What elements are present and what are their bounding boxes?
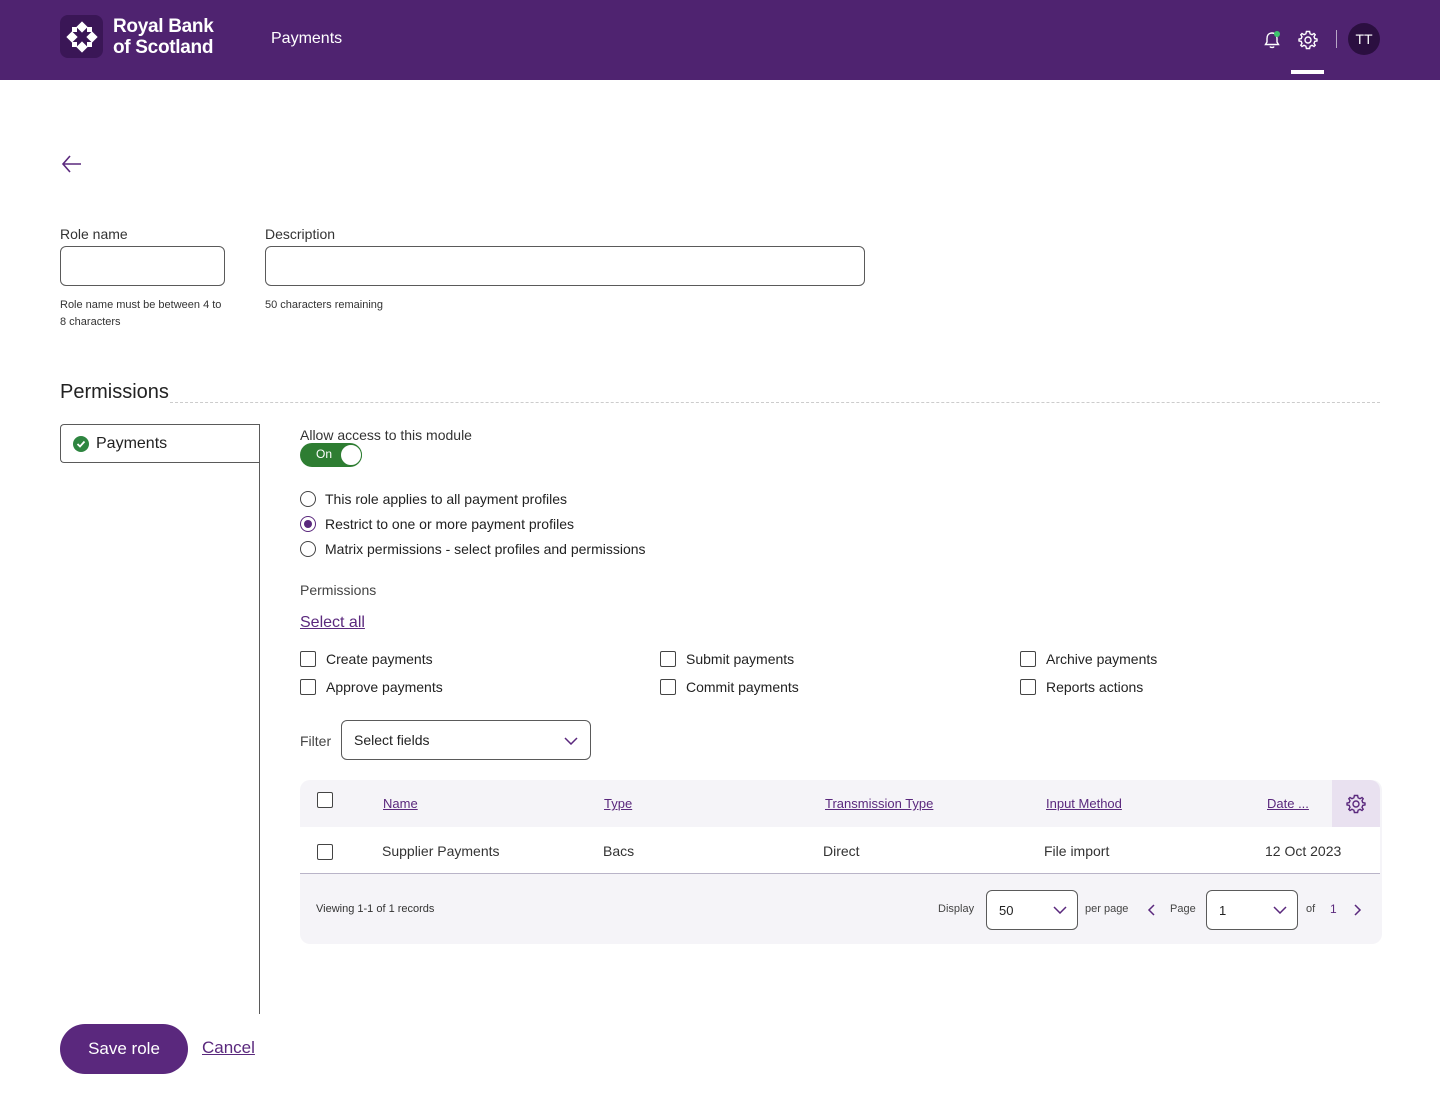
checkbox[interactable] bbox=[660, 651, 676, 667]
checkbox-label: Archive payments bbox=[1046, 651, 1158, 667]
permissions-sublabel: Permissions bbox=[300, 582, 377, 598]
description-hint: 50 characters remaining bbox=[265, 299, 384, 311]
column-settings-button[interactable] bbox=[1332, 780, 1380, 827]
module-access-toggle[interactable]: On bbox=[300, 443, 362, 467]
radio-button[interactable] bbox=[300, 491, 316, 507]
checkbox-reports-actions[interactable]: Reports actions bbox=[1020, 679, 1143, 695]
logo-mark-icon bbox=[60, 15, 103, 58]
radio-label: Restrict to one or more payment profiles bbox=[325, 516, 574, 532]
checkbox-commit-payments[interactable]: Commit payments bbox=[660, 679, 799, 695]
filter-select-value: Select fields bbox=[354, 732, 430, 748]
role-name-hint: Role name must be between 4 to 8 charact… bbox=[60, 299, 222, 328]
column-header-type[interactable]: Type bbox=[604, 796, 632, 811]
logo-line-2: of Scotland bbox=[113, 36, 214, 58]
radio-restrict-profiles[interactable]: Restrict to one or more payment profiles bbox=[300, 516, 574, 532]
checkbox-label: Approve payments bbox=[326, 679, 443, 695]
radio-label: This role applies to all payment profile… bbox=[325, 491, 568, 507]
tab-panel-divider bbox=[259, 424, 260, 1014]
page-select[interactable]: 1 bbox=[1206, 890, 1298, 930]
chevron-right-icon[interactable] bbox=[1354, 904, 1362, 916]
checkbox[interactable] bbox=[1020, 679, 1036, 695]
module-access-label: Allow access to this module bbox=[300, 427, 472, 443]
row-checkbox[interactable] bbox=[317, 844, 333, 860]
description-label: Description bbox=[265, 226, 336, 242]
radio-all-profiles[interactable]: This role applies to all payment profile… bbox=[300, 491, 567, 507]
permissions-divider bbox=[170, 402, 1380, 403]
cell-transmission-type: Direct bbox=[823, 843, 860, 859]
gear-icon bbox=[1346, 794, 1366, 813]
cell-name: Supplier Payments bbox=[382, 843, 500, 859]
profiles-table: Name Type Transmission Type Input Method… bbox=[300, 780, 1382, 944]
page-select-value: 1 bbox=[1219, 902, 1227, 918]
filter-label: Filter bbox=[300, 733, 332, 749]
checkbox[interactable] bbox=[660, 679, 676, 695]
gear-icon[interactable] bbox=[1297, 29, 1319, 51]
chevron-down-icon bbox=[1273, 906, 1287, 914]
column-header-date[interactable]: Date ... bbox=[1267, 796, 1309, 811]
total-pages: 1 bbox=[1330, 902, 1337, 916]
cell-input-method: File import bbox=[1044, 843, 1110, 859]
chevron-left-icon[interactable] bbox=[1147, 904, 1155, 916]
checkbox-create-payments[interactable]: Create payments bbox=[300, 651, 433, 667]
checkbox-label: Create payments bbox=[326, 651, 433, 667]
top-navigation-bar: Royal Bank of Scotland Payments TT bbox=[0, 0, 1440, 80]
column-header-name[interactable]: Name bbox=[383, 796, 418, 811]
toggle-state-label: On bbox=[316, 447, 333, 461]
logo-line-1: Royal Bank bbox=[113, 15, 214, 37]
role-name-input[interactable] bbox=[60, 246, 225, 286]
checkbox-label: Reports actions bbox=[1046, 679, 1144, 695]
checkbox[interactable] bbox=[300, 679, 316, 695]
column-header-transmission-type[interactable]: Transmission Type bbox=[825, 796, 933, 811]
bell-icon[interactable] bbox=[1261, 29, 1283, 51]
radio-button-selected[interactable] bbox=[300, 516, 316, 532]
per-page-select[interactable]: 50 bbox=[986, 890, 1078, 930]
header-divider bbox=[1336, 30, 1337, 48]
active-indicator bbox=[1291, 70, 1324, 74]
checkbox-label: Commit payments bbox=[686, 679, 799, 695]
cancel-link[interactable]: Cancel bbox=[202, 1038, 255, 1058]
checkbox[interactable] bbox=[1020, 651, 1036, 667]
page-label: Page bbox=[1170, 903, 1196, 915]
filter-select-fields[interactable]: Select fields bbox=[341, 720, 591, 760]
records-summary: Viewing 1-1 of 1 records bbox=[316, 903, 435, 915]
checkbox-approve-payments[interactable]: Approve payments bbox=[300, 679, 443, 695]
toggle-knob bbox=[340, 444, 362, 466]
logo-text: Royal Bank of Scotland bbox=[113, 15, 214, 58]
table-row[interactable]: Supplier Payments Bacs Direct File impor… bbox=[300, 827, 1380, 874]
module-tab-label: Payments bbox=[96, 434, 168, 452]
table-header: Name Type Transmission Type Input Method… bbox=[300, 780, 1332, 827]
nav-item-payments[interactable]: Payments bbox=[271, 30, 342, 48]
check-circle-icon bbox=[73, 435, 89, 452]
permissions-heading: Permissions bbox=[60, 381, 169, 403]
display-label: Display bbox=[938, 903, 975, 915]
checkbox-archive-payments[interactable]: Archive payments bbox=[1020, 651, 1157, 667]
cell-type: Bacs bbox=[603, 843, 635, 859]
select-all-rows-checkbox[interactable] bbox=[317, 792, 333, 808]
module-tab-payments[interactable]: Payments bbox=[60, 424, 260, 463]
column-header-input-method[interactable]: Input Method bbox=[1046, 796, 1122, 811]
brand-logo[interactable]: Royal Bank of Scotland bbox=[60, 15, 214, 58]
checkbox[interactable] bbox=[300, 651, 316, 667]
radio-matrix-permissions[interactable]: Matrix permissions - select profiles and… bbox=[300, 541, 646, 557]
user-avatar[interactable]: TT bbox=[1348, 23, 1380, 55]
chevron-down-icon bbox=[1053, 906, 1067, 914]
radio-label: Matrix permissions - select profiles and… bbox=[325, 541, 646, 557]
role-name-label: Role name bbox=[60, 226, 128, 242]
per-page-value: 50 bbox=[999, 902, 1014, 918]
of-label: of bbox=[1306, 903, 1316, 915]
back-arrow-icon[interactable] bbox=[60, 152, 84, 176]
save-role-button[interactable]: Save role bbox=[60, 1024, 188, 1074]
select-all-link[interactable]: Select all bbox=[300, 614, 365, 632]
chevron-down-icon bbox=[564, 737, 578, 745]
per-page-label: per page bbox=[1085, 903, 1129, 915]
description-input[interactable] bbox=[265, 246, 865, 286]
checkbox-submit-payments[interactable]: Submit payments bbox=[660, 651, 794, 667]
checkbox-label: Submit payments bbox=[686, 651, 795, 667]
radio-button[interactable] bbox=[300, 541, 316, 557]
cell-date: 12 Oct 2023 bbox=[1265, 843, 1342, 859]
